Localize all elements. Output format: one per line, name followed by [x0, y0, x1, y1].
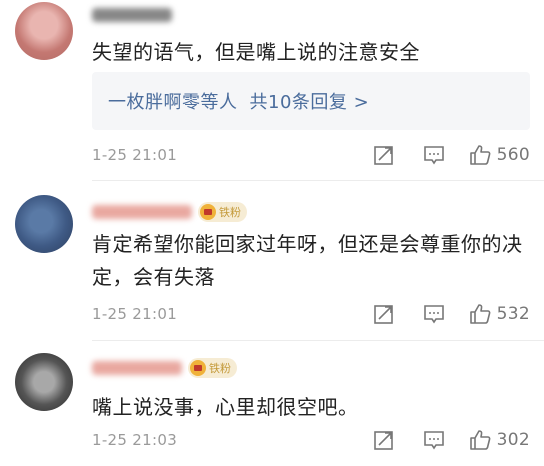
thumbs-up-icon [469, 304, 491, 324]
replies-users: 一枚胖啊零等人 [108, 92, 238, 113]
like-button[interactable]: 560 [469, 144, 530, 166]
comment-button[interactable] [423, 144, 445, 166]
comment-icon [423, 305, 444, 324]
share-icon [373, 431, 393, 450]
thumbs-up-icon [469, 145, 491, 165]
share-button[interactable] [373, 429, 395, 451]
avatar[interactable] [15, 353, 73, 411]
replies-box[interactable]: 一枚胖啊零等人 共10条回复 > [92, 72, 530, 130]
avatar[interactable] [15, 2, 73, 60]
thumbs-up-icon [469, 430, 491, 450]
badge-label: 铁粉 [219, 206, 241, 219]
comment-actions: 532 [373, 302, 530, 326]
avatar[interactable] [15, 195, 73, 253]
comment-meta: 1-25 21:03 302 [92, 428, 530, 452]
like-button[interactable]: 532 [469, 303, 530, 325]
comment-actions: 302 [373, 428, 530, 452]
crown-icon [200, 204, 216, 220]
share-icon [373, 305, 393, 324]
badge-label: 铁粉 [209, 362, 231, 375]
timestamp: 1-25 21:03 [92, 431, 178, 449]
comment-actions: 560 [373, 143, 530, 167]
username[interactable]: 铁粉 [92, 357, 237, 379]
username[interactable] [92, 4, 172, 26]
comment-3: 铁粉 嘴上说没事，心里却很空吧。 1-25 21:03 302 [0, 341, 544, 466]
timestamp: 1-25 21:01 [92, 305, 178, 323]
like-count: 532 [496, 304, 530, 324]
share-button[interactable] [373, 303, 395, 325]
comment-text: 失望的语气，但是嘴上说的注意安全 [92, 40, 420, 64]
timestamp: 1-25 21:01 [92, 146, 178, 164]
username[interactable]: 铁粉 [92, 201, 247, 223]
comment-2: 铁粉 肯定希望你能回家过年呀，但还是会尊重你的决定，会有失落 1-25 21:0… [0, 181, 544, 341]
share-icon [373, 146, 393, 165]
comment-meta: 1-25 21:01 532 [92, 302, 530, 326]
fan-badge: 铁粉 [198, 202, 247, 222]
like-count: 302 [496, 430, 530, 450]
comment-icon [423, 146, 444, 165]
crown-icon [190, 360, 206, 376]
comment-1: 失望的语气，但是嘴上说的注意安全 一枚胖啊零等人 共10条回复 > 1-25 2… [0, 0, 544, 181]
comment-text: 肯定希望你能回家过年呀，但还是会尊重你的决定，会有失落 [92, 232, 523, 289]
fan-badge: 铁粉 [188, 358, 237, 378]
replies-link[interactable]: 共10条回复 > [250, 88, 370, 114]
comment-button[interactable] [423, 303, 445, 325]
comment-text: 嘴上说没事，心里却很空吧。 [92, 395, 359, 419]
comment-meta: 1-25 21:01 560 [92, 143, 530, 167]
comment-icon [423, 431, 444, 450]
like-count: 560 [496, 145, 530, 165]
share-button[interactable] [373, 144, 395, 166]
like-button[interactable]: 302 [469, 429, 530, 451]
comment-button[interactable] [423, 429, 445, 451]
